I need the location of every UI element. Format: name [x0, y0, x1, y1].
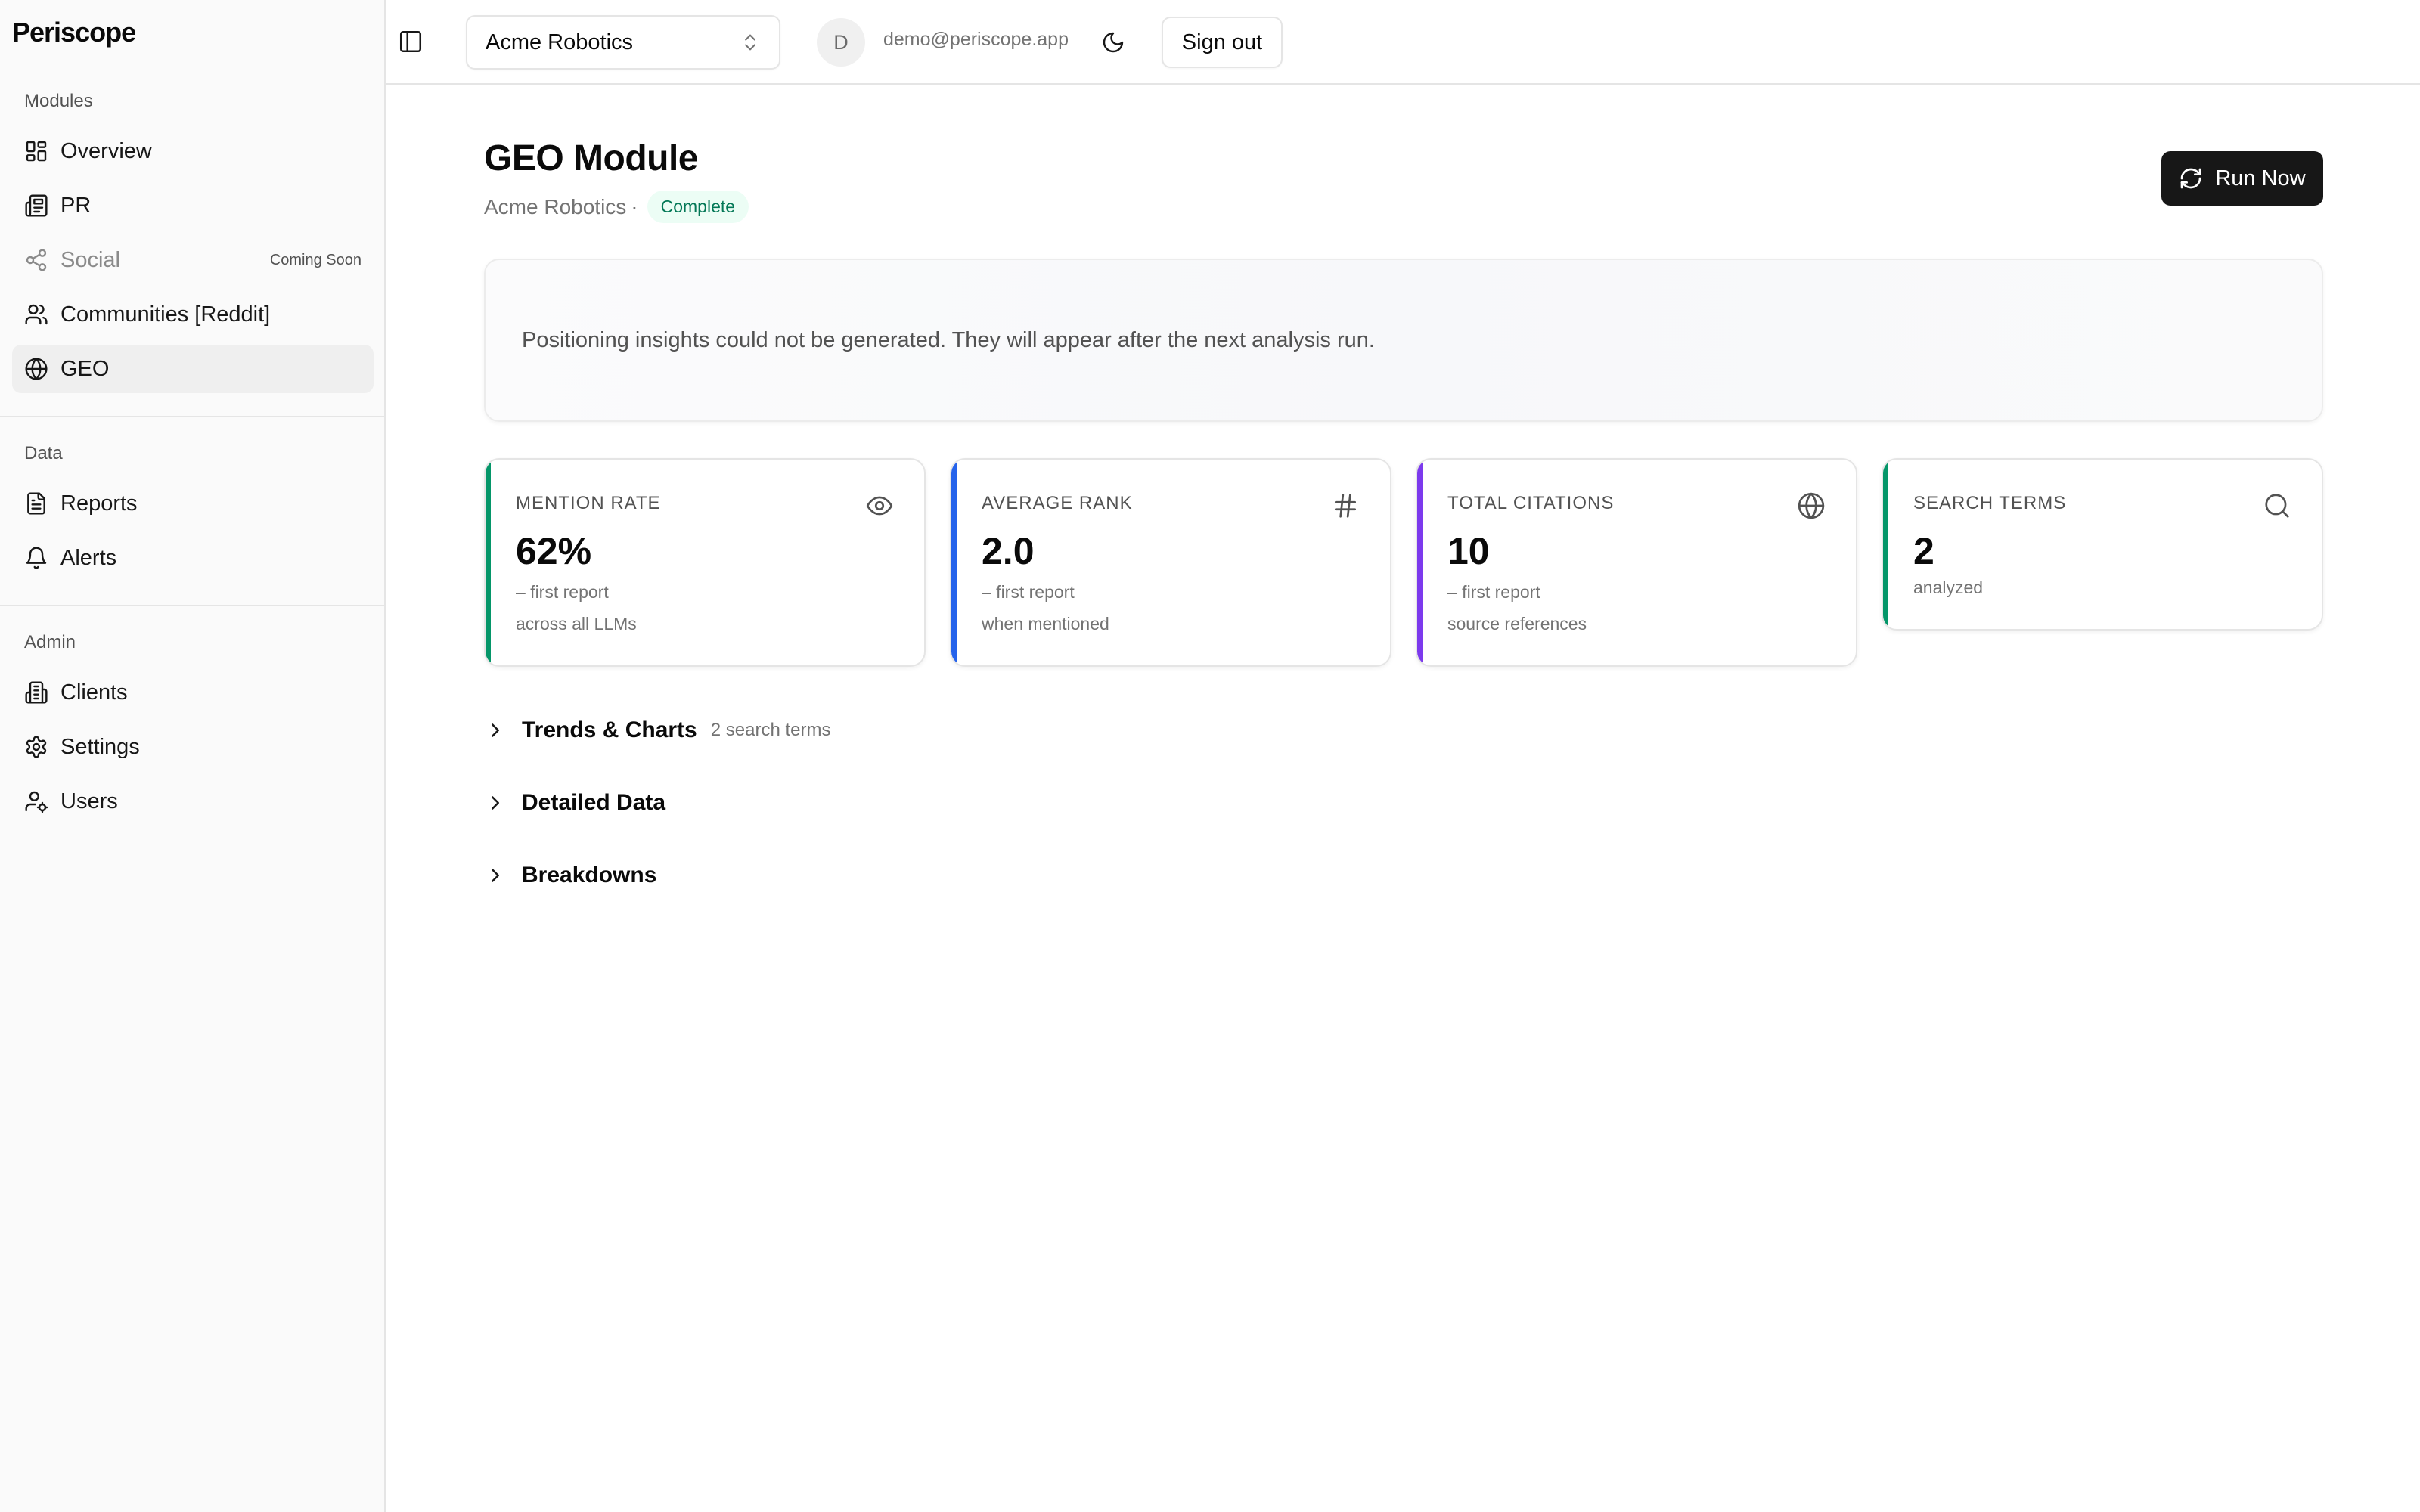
- client-selector-value: Acme Robotics: [486, 29, 634, 54]
- section-title: Trends & Charts: [522, 717, 697, 742]
- bell-icon: [24, 546, 48, 570]
- user-email: demo@periscope.app: [883, 29, 1069, 50]
- stat-label: Total Citations: [1447, 493, 1615, 513]
- stat-value: 62%: [516, 530, 592, 572]
- card-accent: [1417, 460, 1423, 665]
- stat-card-total-citations: Total Citations 10 – first report source…: [1416, 458, 1857, 667]
- sidebar-group-admin: Admin: [24, 632, 76, 652]
- search-icon: [2263, 491, 2291, 520]
- chevron-right-icon: [492, 723, 499, 737]
- layout-dashboard-icon: [24, 139, 48, 163]
- sidebar-item-communities[interactable]: Communities [Reddit]: [12, 290, 374, 339]
- section-trends-charts[interactable]: Trends & Charts 2 search terms: [484, 715, 830, 745]
- chevron-right-icon: [492, 796, 499, 810]
- user-cog-icon: [24, 789, 48, 813]
- stat-caption: analyzed: [1913, 578, 1984, 597]
- section-breakdowns[interactable]: Breakdowns: [484, 860, 656, 891]
- stat-value: 2: [1913, 530, 1934, 572]
- sidebar-item-clients[interactable]: Clients: [12, 668, 374, 717]
- run-now-button[interactable]: Run Now: [2161, 151, 2323, 206]
- sidebar-item-label: Reports: [60, 491, 138, 516]
- eye-icon: [865, 491, 894, 520]
- stat-card-mention-rate: Mention Rate 62% – first report across a…: [484, 458, 926, 667]
- globe-icon: [1797, 491, 1826, 520]
- stat-card-average-rank: Average Rank 2.0 – first report when men…: [950, 458, 1392, 667]
- brand-logo[interactable]: Periscope: [12, 17, 136, 48]
- card-accent: [1883, 460, 1888, 629]
- sidebar-item-label: Users: [60, 789, 118, 813]
- sidebar-item-settings[interactable]: Settings: [12, 723, 374, 771]
- section-title: Detailed Data: [522, 790, 666, 815]
- share-icon: [24, 248, 48, 272]
- sidebar-toggle-icon[interactable]: [398, 29, 424, 54]
- top-bar: Acme Robotics D demo@periscope.app Sign …: [386, 0, 2420, 85]
- sidebar-item-geo[interactable]: GEO: [12, 345, 374, 393]
- stat-caption: across all LLMs: [516, 614, 637, 634]
- sign-out-button[interactable]: Sign out: [1162, 17, 1283, 68]
- run-now-label: Run Now: [2215, 166, 2306, 191]
- sidebar-item-label: Clients: [60, 680, 128, 705]
- stat-label: Search Terms: [1913, 493, 2067, 513]
- chevron-right-icon: [492, 869, 499, 882]
- client-selector[interactable]: Acme Robotics: [466, 15, 780, 70]
- globe-icon: [24, 357, 48, 381]
- subtitle-separator: ·: [631, 194, 638, 218]
- refresh-icon: [2181, 168, 2201, 189]
- section-detailed-data[interactable]: Detailed Data: [484, 788, 666, 818]
- sidebar-divider: [0, 605, 386, 606]
- sidebar-item-label: Social: [60, 247, 120, 272]
- sidebar-item-label: GEO: [60, 356, 110, 381]
- page-subtitle: Acme Robotics · Complete: [484, 191, 749, 223]
- stat-label: Average Rank: [982, 493, 1133, 513]
- sidebar-divider: [0, 416, 386, 417]
- insights-message: Positioning insights could not be genera…: [522, 328, 1375, 352]
- sidebar-group-data: Data: [24, 443, 63, 463]
- chevrons-up-down-icon: [740, 32, 761, 53]
- sidebar-item-social: Social Coming Soon: [12, 236, 374, 284]
- building-icon: [24, 680, 48, 705]
- stat-change: – first report: [1447, 582, 1540, 602]
- coming-soon-badge: Coming Soon: [269, 251, 361, 268]
- sidebar-item-overview[interactable]: Overview: [12, 127, 374, 175]
- sidebar-item-reports[interactable]: Reports: [12, 479, 374, 528]
- sidebar-item-label: Alerts: [60, 545, 117, 570]
- stat-change: – first report: [516, 582, 609, 602]
- section-title: Breakdowns: [522, 863, 657, 888]
- sidebar: Periscope Modules Overview PR Social Com…: [0, 0, 386, 1512]
- subtitle-client: Acme Robotics: [484, 194, 627, 218]
- sidebar-item-pr[interactable]: PR: [12, 181, 374, 230]
- card-accent: [486, 460, 491, 665]
- newspaper-icon: [24, 194, 48, 218]
- stat-card-search-terms: Search Terms 2 analyzed: [1882, 458, 2323, 631]
- moon-icon[interactable]: [1101, 30, 1125, 54]
- card-accent: [951, 460, 957, 665]
- stat-caption: source references: [1447, 614, 1587, 634]
- sidebar-item-label: Settings: [60, 734, 140, 759]
- sidebar-item-label: PR: [60, 193, 92, 218]
- status-badge: Complete: [647, 191, 749, 223]
- sidebar-group-modules: Modules: [24, 91, 93, 111]
- stat-caption: when mentioned: [982, 614, 1109, 634]
- sidebar-item-label: Overview: [60, 138, 152, 163]
- stat-value: 2.0: [982, 530, 1035, 572]
- stat-label: Mention Rate: [516, 493, 661, 513]
- stat-change: – first report: [982, 582, 1075, 602]
- file-text-icon: [24, 491, 48, 516]
- positioning-insights-panel: Positioning insights could not be genera…: [484, 259, 2323, 422]
- gear-icon: [24, 735, 48, 759]
- users-icon: [24, 302, 48, 327]
- avatar[interactable]: D: [817, 18, 865, 67]
- section-meta: 2 search terms: [710, 720, 831, 740]
- stat-value: 10: [1447, 530, 1490, 572]
- page-title: GEO Module: [484, 138, 699, 178]
- sidebar-item-label: Communities [Reddit]: [60, 302, 271, 327]
- hash-icon: [1331, 491, 1360, 520]
- sidebar-item-users[interactable]: Users: [12, 777, 374, 826]
- sidebar-item-alerts[interactable]: Alerts: [12, 534, 374, 582]
